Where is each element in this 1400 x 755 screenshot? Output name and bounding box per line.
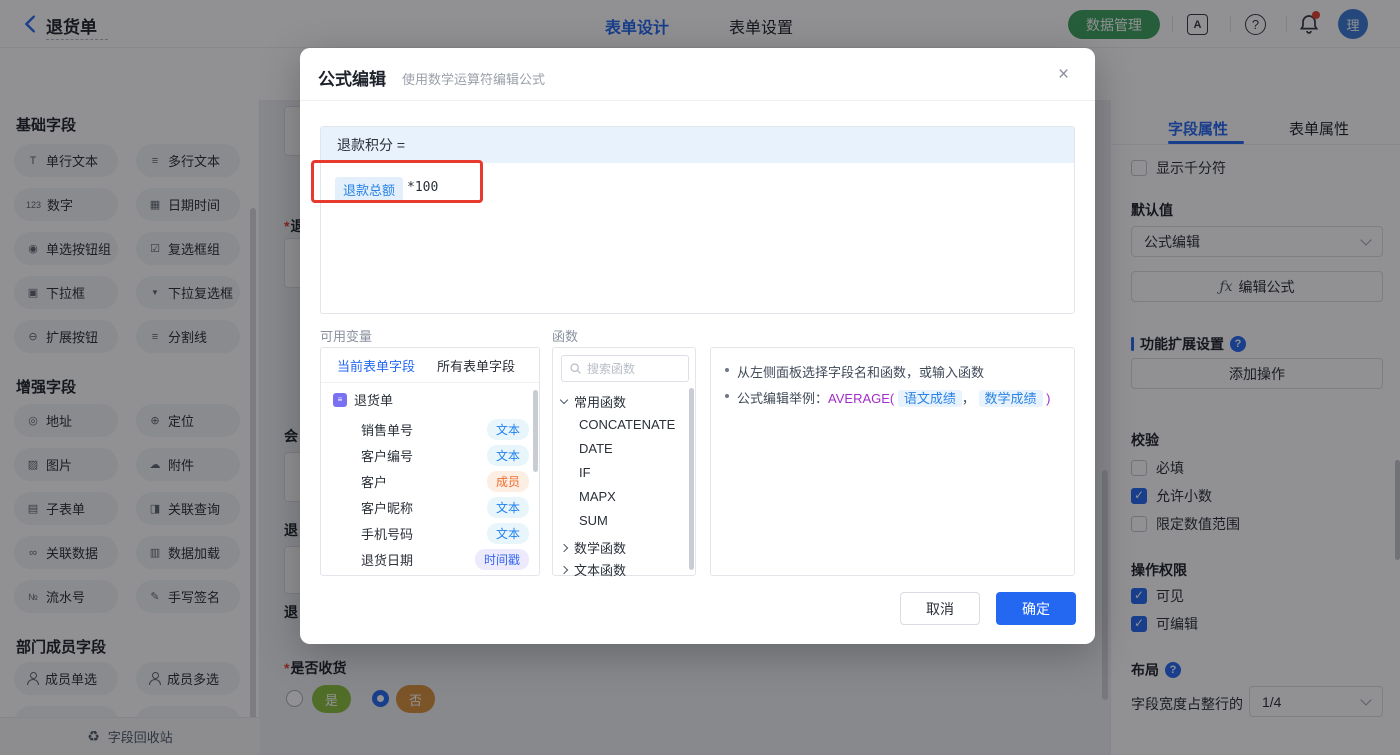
tab-current-form-fields[interactable]: 当前表单字段 (337, 356, 415, 375)
group-text-functions[interactable]: 文本函数 (559, 560, 626, 579)
function-concatenate[interactable]: CONCATENATE (579, 417, 675, 432)
type-badge: 文本 (486, 522, 529, 544)
variables-panel: 当前表单字段 所有表单字段 ≡ 退货单 销售单号 文本 客户编号 文本 客户 成… (320, 347, 540, 576)
cancel-button[interactable]: 取消 (900, 592, 980, 625)
example-field-chip: 语文成绩 (897, 390, 962, 407)
example-field-chip: 数学成绩 (978, 390, 1043, 407)
divider (300, 100, 1095, 101)
modal-title: 公式编辑 (318, 70, 386, 89)
function-sum[interactable]: SUM (579, 513, 608, 528)
variables-label: 可用变量 (320, 329, 373, 344)
formula-editor-box[interactable]: 退款积分 = 退款总额 *100 (320, 126, 1075, 314)
bullet (725, 394, 729, 398)
group-common-functions[interactable]: 常用函数 (559, 392, 626, 411)
variable-row[interactable]: 客户编号 文本 (361, 442, 529, 468)
functions-scrollbar[interactable] (689, 388, 694, 570)
variables-scrollbar[interactable] (533, 390, 538, 472)
variables-tabs: 当前表单字段 所有表单字段 (321, 348, 539, 383)
close-icon[interactable]: × (1058, 64, 1069, 86)
variable-row[interactable]: 销售单号 文本 (361, 416, 529, 442)
form-doc-icon: ≡ (333, 392, 347, 407)
help-panel: 从左侧面板选择字段名和函数，或输入函数 公式编辑举例：AVERAGE( 语文成绩… (710, 347, 1075, 576)
function-date[interactable]: DATE (579, 441, 613, 456)
variable-row[interactable]: 客户 成员 (361, 468, 529, 494)
help-line-1: 从左侧面板选择字段名和函数，或输入函数 (725, 362, 984, 381)
type-badge: 文本 (486, 418, 529, 440)
confirm-button[interactable]: 确定 (996, 592, 1076, 625)
type-badge: 时间戳 (474, 548, 529, 570)
function-search[interactable] (561, 355, 689, 382)
type-badge: 成员 (486, 470, 529, 492)
type-badge: 文本 (486, 444, 529, 466)
formula-editor-modal: 公式编辑 使用数学运算符编辑公式 × 退款积分 = 退款总额 *100 可用变量… (300, 48, 1095, 644)
chevron-down-icon (559, 395, 569, 405)
chevron-right-icon (559, 543, 569, 552)
function-search-input[interactable] (587, 361, 675, 376)
modal-subtitle: 使用数学运算符编辑公式 (402, 72, 546, 87)
group-math-functions[interactable]: 数学函数 (559, 538, 626, 557)
formula-expression[interactable]: *100 (407, 180, 438, 195)
variables-tree-root[interactable]: ≡ 退货单 (333, 390, 393, 409)
variable-row[interactable]: 手机号码 文本 (361, 520, 529, 546)
functions-panel: 常用函数 CONCATENATE DATE IF MAPX SUM 数学函数 文… (552, 347, 696, 579)
function-mapx[interactable]: MAPX (579, 489, 616, 504)
function-if[interactable]: IF (579, 465, 591, 480)
search-icon (570, 363, 581, 374)
type-badge: 文本 (486, 496, 529, 518)
formula-field-token[interactable]: 退款总额 (335, 177, 404, 202)
help-line-2: 公式编辑举例：AVERAGE( 语文成绩， 数学成绩 ) (725, 388, 1051, 407)
tab-all-form-fields[interactable]: 所有表单字段 (437, 356, 515, 375)
function-name-highlight: AVERAGE( (828, 391, 895, 406)
bullet (725, 368, 729, 372)
variable-row[interactable]: 退货日期 时间戳 (361, 546, 529, 572)
formula-target-bar: 退款积分 = (321, 127, 1074, 163)
variable-row[interactable]: 客户昵称 文本 (361, 494, 529, 520)
functions-label: 函数 (552, 329, 579, 344)
chevron-right-icon (559, 565, 569, 574)
